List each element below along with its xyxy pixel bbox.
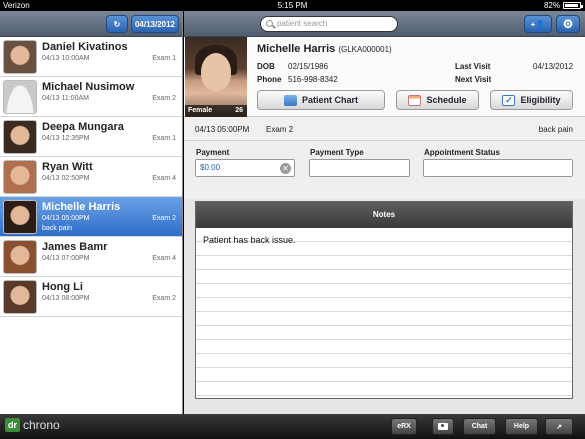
settings-button[interactable]: ⚙	[556, 15, 580, 33]
exam-room: Exam 1	[152, 55, 176, 62]
appointment-reason: back pain	[538, 125, 573, 134]
patient-avatar	[3, 160, 37, 194]
left-toolbar: ↻ 04/13/2012	[0, 11, 182, 37]
help-button[interactable]: Help	[505, 418, 538, 435]
refresh-button[interactable]: ↻	[106, 15, 128, 33]
camera-icon	[438, 423, 448, 430]
chat-button[interactable]: Chat	[463, 418, 496, 435]
add-patient-button[interactable]: +👤	[524, 15, 552, 33]
battery-percent: 82%	[543, 1, 560, 10]
add-user-icon: +👤	[530, 19, 546, 29]
exam-room: Exam 1	[152, 135, 176, 142]
share-button[interactable]: ↗	[545, 418, 573, 435]
patient-name: Ryan Witt	[42, 161, 93, 173]
exam-room: Exam 4	[152, 255, 176, 262]
notes-textarea[interactable]: Patient has back issue.	[196, 228, 572, 398]
avatar-placeholder-icon	[3, 80, 37, 114]
patient-name: Daniel Kivatinos	[42, 41, 128, 53]
battery-icon	[563, 2, 583, 9]
status-bar: Verizon 5:15 PM 82%	[0, 0, 585, 11]
patient-name: Michelle Harris	[42, 201, 121, 213]
appointment-datetime: 04/13 05:00PM	[195, 125, 250, 134]
schedule-button[interactable]: Schedule	[396, 90, 479, 110]
dob-value: 02/15/1986	[288, 62, 329, 71]
patient-id: (GLKA000001)	[338, 45, 392, 54]
patient-name: Deepa Mungara	[42, 121, 124, 133]
billing-form: Payment $0.00 ✕ Payment Type Appointment…	[184, 141, 585, 199]
appointment-time: 04/13 08:00PM	[42, 295, 90, 302]
patient-avatar	[3, 280, 37, 314]
patient-list-item[interactable]: Ryan Witt 04/13 02:50PM Exam 4	[0, 157, 182, 197]
notes-panel: Notes Patient has back issue.	[195, 201, 573, 399]
next-visit-label: Next Visit	[455, 75, 492, 84]
exam-room: Exam 2	[152, 215, 176, 222]
patient-header: Female 26 Michelle Harris (GLKA000001) D…	[184, 37, 585, 117]
appointment-status-label: Appointment Status	[424, 148, 500, 157]
payment-field[interactable]: $0.00 ✕	[195, 159, 295, 177]
patient-name: James Bamr	[42, 241, 108, 253]
erx-button[interactable]: eRX	[391, 418, 417, 435]
right-toolbar: patient search +👤 ⚙	[184, 11, 585, 37]
patient-list-item[interactable]: Daniel Kivatinos 04/13 10:00AM Exam 1	[0, 37, 182, 77]
appointment-time: 04/13 07:00PM	[42, 255, 90, 262]
drchrono-logo: dr chrono	[5, 418, 60, 432]
share-icon: ↗	[556, 423, 562, 431]
patient-name: Michelle Harris (GLKA000001)	[257, 43, 392, 55]
search-input[interactable]: patient search	[260, 16, 398, 32]
patient-list-item[interactable]: Deepa Mungara 04/13 12:35PM Exam 1	[0, 117, 182, 157]
checkbox-icon: ✓	[502, 94, 516, 106]
exam-room: Exam 2	[152, 295, 176, 302]
exam-room: Exam 2	[152, 95, 176, 102]
eligibility-button[interactable]: ✓ Eligibility	[490, 90, 573, 110]
last-visit-label: Last Visit	[455, 62, 491, 71]
patient-list-item[interactable]: Michael Nusimow 04/13 11:00AM Exam 2	[0, 77, 182, 117]
battery-indicator: 82%	[543, 1, 583, 10]
patient-list: Daniel Kivatinos 04/13 10:00AM Exam 1 Micha…	[0, 37, 182, 317]
payment-type-field[interactable]	[309, 159, 410, 177]
gear-icon: ⚙	[562, 17, 574, 31]
patient-photo[interactable]: Female 26	[185, 37, 247, 117]
appointment-status-field[interactable]	[423, 159, 573, 177]
patient-avatar	[3, 120, 37, 154]
date-picker-button[interactable]: 04/13/2012	[131, 15, 179, 33]
patient-detail-pane: patient search +👤 ⚙ Female 26 Michelle H…	[184, 11, 585, 414]
patient-avatar	[3, 240, 37, 274]
notes-title: Notes	[196, 202, 572, 228]
payment-type-label: Payment Type	[310, 148, 364, 157]
clock: 5:15 PM	[277, 1, 308, 10]
chart-icon	[283, 94, 297, 106]
appointment-note: back pain	[42, 225, 72, 232]
appointment-exam: Exam 2	[266, 125, 294, 134]
calendar-icon	[408, 94, 422, 106]
patient-list-item[interactable]: Michelle Harris 04/13 05:00PM Exam 2 back p…	[0, 197, 182, 237]
phone-value: 516-998-8342	[288, 75, 338, 84]
patient-avatar	[3, 200, 37, 234]
appointment-time: 04/13 11:00AM	[42, 95, 89, 102]
appointment-bar: 04/13 05:00PM Exam 2 back pain	[184, 117, 585, 141]
patient-list-item[interactable]: Hong Li 04/13 08:00PM Exam 2	[0, 277, 182, 317]
patient-name: Hong Li	[42, 281, 83, 293]
clear-icon[interactable]: ✕	[280, 163, 291, 174]
notes-text[interactable]: Patient has back issue.	[203, 235, 296, 245]
patient-list-item[interactable]: James Bamr 04/13 07:00PM Exam 4	[0, 237, 182, 277]
appointment-time: 04/13 05:00PM	[42, 215, 90, 222]
dob-row: DOB	[257, 62, 275, 71]
patient-list-pane: ↻ 04/13/2012 Daniel Kivatinos 04/13 10:00…	[0, 11, 183, 414]
search-icon	[266, 20, 273, 27]
patient-age: 26	[235, 107, 243, 114]
appointment-time: 04/13 12:35PM	[42, 135, 90, 142]
payment-label: Payment	[196, 148, 230, 157]
appointment-time: 04/13 02:50PM	[42, 175, 90, 182]
bottom-toolbar: dr chrono eRX Chat Help ↗	[0, 414, 585, 439]
phone-label: Phone	[257, 75, 282, 84]
camera-button[interactable]	[432, 418, 454, 435]
patient-name: Michael Nusimow	[42, 81, 135, 93]
patient-chart-button[interactable]: Patient Chart	[257, 90, 385, 110]
appointment-time: 04/13 10:00AM	[42, 55, 90, 62]
refresh-icon: ↻	[113, 19, 121, 29]
patient-avatar	[3, 40, 37, 74]
patient-gender: Female	[188, 107, 213, 114]
last-visit-value: 04/13/2012	[533, 62, 574, 71]
exam-room: Exam 4	[152, 175, 176, 182]
